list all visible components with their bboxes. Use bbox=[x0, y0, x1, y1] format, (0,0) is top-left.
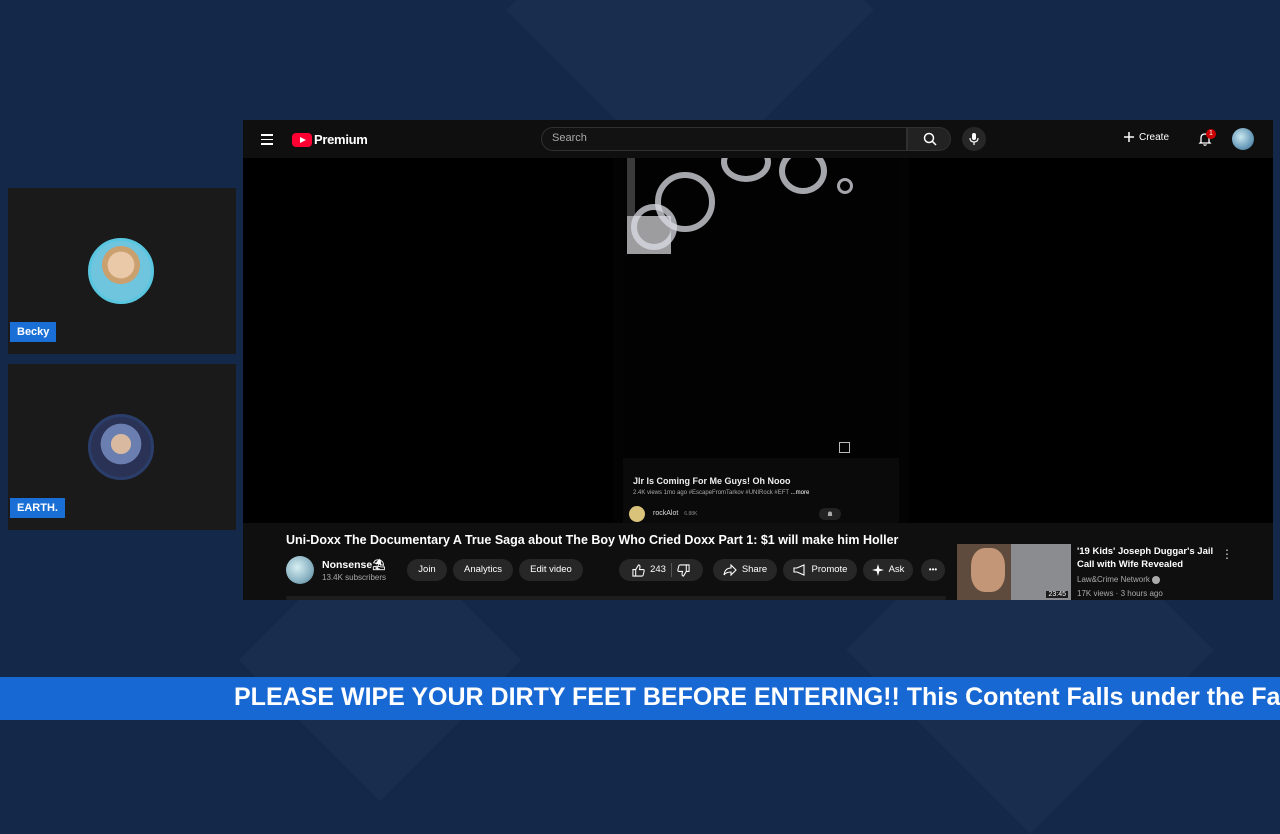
shorts-channel[interactable]: rockAlot 6.88K bbox=[653, 510, 697, 517]
shorts-channel-avatar[interactable] bbox=[629, 506, 645, 522]
recommended-meta: 17K views · 3 hours ago bbox=[1077, 589, 1163, 598]
thumbnail-face bbox=[971, 548, 1005, 592]
search-button[interactable] bbox=[907, 127, 951, 151]
microphone-icon bbox=[969, 133, 979, 145]
ask-button[interactable]: Ask bbox=[863, 559, 913, 581]
video-duration: 23:45 bbox=[1046, 591, 1068, 598]
search-input[interactable]: Search bbox=[541, 127, 907, 151]
shorts-title[interactable]: Jlr Is Coming For Me Guys! Oh Nooo bbox=[633, 476, 791, 486]
shorts-meta-text: 2.4K views 1mo ago #EscapeFromTarkov #UN… bbox=[633, 490, 789, 496]
join-button[interactable]: Join bbox=[407, 559, 447, 581]
recommended-channel[interactable]: Law&Crime Network bbox=[1077, 575, 1161, 584]
bubble-shape bbox=[837, 178, 853, 194]
participant-tile-becky: Becky bbox=[8, 188, 236, 354]
voice-search-button[interactable] bbox=[962, 127, 986, 151]
channel-avatar[interactable] bbox=[286, 556, 314, 584]
avatar bbox=[88, 238, 154, 304]
bubble-shape bbox=[721, 158, 771, 182]
create-button[interactable]: Create bbox=[1123, 131, 1169, 143]
youtube-topbar: Premium Search Create 1 bbox=[243, 120, 1273, 158]
share-label: Share bbox=[741, 564, 768, 575]
promote-button[interactable]: Promote bbox=[783, 559, 857, 581]
verified-icon bbox=[1152, 575, 1161, 584]
sparkle-icon bbox=[871, 564, 884, 576]
more-actions-button[interactable]: ••• bbox=[921, 559, 945, 581]
notification-badge: 1 bbox=[1206, 129, 1216, 139]
bell-icon bbox=[827, 511, 833, 516]
create-label: Create bbox=[1139, 131, 1170, 143]
news-ticker: PLEASE WIPE YOUR DIRTY FEET BEFORE ENTER… bbox=[0, 677, 1280, 720]
shorts-embed: Jlr Is Coming For Me Guys! Oh Nooo 2.4K … bbox=[613, 158, 909, 523]
thumbs-up-icon[interactable] bbox=[632, 563, 645, 577]
like-divider bbox=[670, 563, 672, 577]
participant-name: Becky bbox=[10, 322, 57, 342]
account-avatar[interactable] bbox=[1232, 128, 1254, 150]
subscriber-count: 13.4K subscribers bbox=[322, 573, 387, 582]
video-player[interactable]: Jlr Is Coming For Me Guys! Oh Nooo 2.4K … bbox=[243, 158, 1273, 523]
search-icon bbox=[923, 132, 937, 146]
more-link[interactable]: ...more bbox=[791, 490, 810, 496]
share-button[interactable]: Share bbox=[713, 559, 777, 581]
youtube-window: Premium Search Create 1 Jlr Is Coming Fo… bbox=[243, 120, 1273, 600]
shorts-subscribe-bell[interactable] bbox=[819, 508, 841, 520]
analytics-button[interactable]: Analytics bbox=[453, 559, 513, 581]
edit-video-button[interactable]: Edit video bbox=[519, 559, 583, 581]
like-count: 243 bbox=[650, 564, 666, 575]
share-icon bbox=[723, 564, 737, 576]
video-info: Uni-Doxx The Documentary A True Saga abo… bbox=[243, 523, 1273, 600]
video-title: Uni-Doxx The Documentary A True Saga abo… bbox=[286, 533, 899, 547]
channel-name[interactable]: Nonsense⛱ bbox=[322, 558, 386, 571]
shorts-channel-subs: 6.88K bbox=[684, 511, 698, 517]
shorts-channel-name: rockAlot bbox=[653, 510, 679, 517]
menu-icon[interactable] bbox=[261, 134, 273, 145]
participant-tile-earth: EARTH. bbox=[8, 364, 236, 530]
shorts-info-panel: Jlr Is Coming For Me Guys! Oh Nooo 2.4K … bbox=[623, 458, 899, 523]
recommended-thumbnail[interactable]: 23:45 bbox=[957, 544, 1071, 600]
promote-label: Promote bbox=[811, 564, 848, 575]
recommended-channel-name: Law&Crime Network bbox=[1077, 575, 1150, 584]
fullscreen-icon[interactable] bbox=[839, 442, 850, 453]
participant-name: EARTH. bbox=[10, 498, 65, 518]
bubble-shape bbox=[779, 158, 827, 194]
recommended-menu-icon[interactable]: ⋮ bbox=[1221, 547, 1233, 561]
ask-label: Ask bbox=[888, 564, 905, 575]
logo-text: Premium bbox=[314, 132, 368, 147]
ticker-text: PLEASE WIPE YOUR DIRTY FEET BEFORE ENTER… bbox=[234, 683, 1280, 711]
like-dislike-group: 243 bbox=[619, 559, 703, 581]
youtube-logo[interactable]: Premium bbox=[292, 132, 368, 147]
youtube-play-icon bbox=[292, 132, 312, 147]
plus-icon bbox=[1124, 132, 1134, 142]
shorts-meta: 2.4K views 1mo ago #EscapeFromTarkov #UN… bbox=[633, 490, 809, 496]
bubble-shape bbox=[631, 204, 677, 250]
shorts-video[interactable] bbox=[623, 158, 899, 458]
recommended-title[interactable]: '19 Kids' Joseph Duggar's Jail Call with… bbox=[1077, 545, 1217, 571]
thumbs-down-icon[interactable] bbox=[677, 563, 690, 577]
avatar bbox=[88, 414, 154, 480]
megaphone-icon bbox=[792, 564, 805, 576]
description-box[interactable] bbox=[286, 596, 946, 600]
